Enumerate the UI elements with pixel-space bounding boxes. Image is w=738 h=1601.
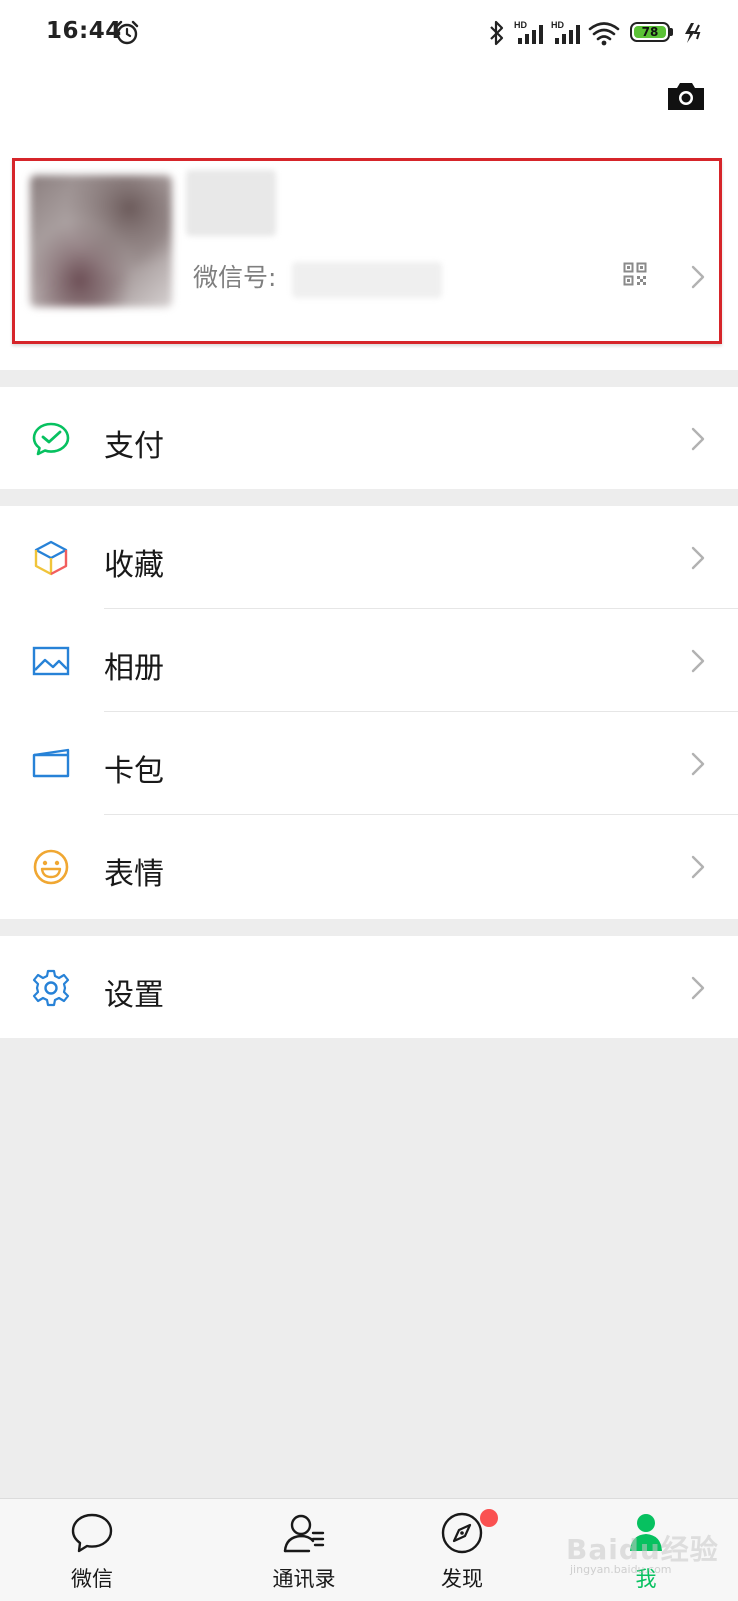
card-wallet-icon	[32, 748, 70, 778]
chevron-right-icon	[691, 752, 705, 776]
cellular-signal-icon: HD	[514, 20, 543, 44]
sticker-smile-icon	[33, 849, 69, 885]
wechat-pay-icon	[32, 422, 70, 456]
favorites-cube-icon	[34, 540, 68, 576]
photo-album-icon	[32, 646, 70, 676]
menu-group-pay: 支付	[0, 387, 738, 489]
tab-label-chats: 微信	[71, 1567, 113, 1591]
contacts-icon	[283, 1514, 325, 1553]
menu-label-card-wallet: 卡包	[104, 754, 164, 789]
chevron-right-icon	[691, 427, 705, 451]
menu-item-favorites[interactable]: 收藏	[0, 506, 738, 608]
menu-item-stickers[interactable]: 表情	[0, 815, 738, 917]
profile-highlight-box[interactable]	[12, 158, 722, 344]
menu-item-album[interactable]: 相册	[0, 609, 738, 711]
cellular-signal-icon: HD	[551, 20, 580, 44]
network-type-label: HD	[514, 20, 527, 30]
menu-label-settings: 设置	[104, 978, 164, 1013]
chat-bubble-icon	[71, 1513, 113, 1553]
bluetooth-icon	[490, 20, 504, 46]
tab-label-contacts: 通讯录	[272, 1567, 336, 1591]
menu-group-main: 收藏 相册 卡包 表情	[0, 506, 738, 919]
battery-tip	[670, 28, 673, 36]
tab-contacts[interactable]: 通讯录	[244, 1499, 364, 1601]
alarm-clock-icon	[115, 20, 139, 45]
menu-item-pay[interactable]: 支付	[0, 387, 738, 489]
menu-label-stickers: 表情	[104, 857, 164, 892]
menu-item-card-wallet[interactable]: 卡包	[0, 712, 738, 814]
chevron-right-icon	[691, 976, 705, 1000]
chevron-right-icon	[691, 855, 705, 879]
status-time: 16:44	[46, 18, 122, 44]
menu-group-settings: 设置	[0, 936, 738, 1038]
network-type-label: HD	[551, 20, 564, 30]
tab-chats[interactable]: 微信	[32, 1499, 152, 1601]
tab-discover[interactable]: 发现	[402, 1499, 522, 1601]
chevron-right-icon	[691, 649, 705, 673]
menu-label-album: 相册	[104, 651, 164, 686]
battery-icon: 78	[630, 22, 670, 42]
menu-item-settings[interactable]: 设置	[0, 936, 738, 1038]
wifi-icon	[588, 22, 620, 46]
notification-dot	[480, 1509, 498, 1527]
fast-charging-icon	[685, 23, 701, 43]
tab-label-discover: 发现	[441, 1567, 483, 1591]
battery-level: 78	[634, 26, 666, 38]
camera-icon[interactable]	[666, 80, 706, 112]
menu-label-pay: 支付	[104, 429, 164, 464]
watermark-url: jingyan.baidu.com	[570, 1563, 672, 1576]
settings-gear-icon	[32, 969, 70, 1007]
menu-label-favorites: 收藏	[104, 548, 164, 583]
compass-icon	[441, 1512, 483, 1554]
chevron-right-icon	[691, 546, 705, 570]
watermark: Baidu经验	[566, 1533, 719, 1566]
